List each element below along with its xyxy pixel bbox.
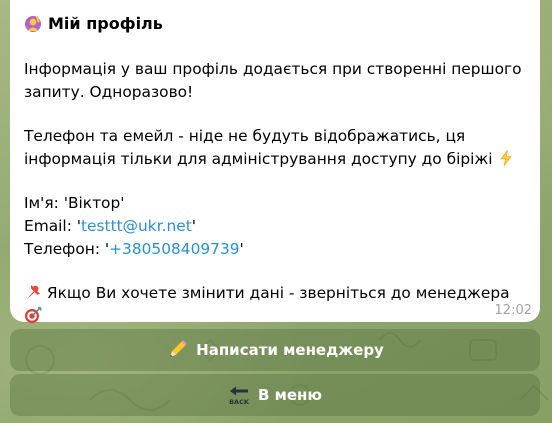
write-manager-label: Написати менеджеру — [196, 341, 384, 359]
phone-quote-close: ' — [239, 240, 244, 258]
contact-note: Якщо Ви хочете змінити дані - зверніться… — [24, 282, 524, 328]
message-time: 12:02 — [494, 303, 532, 318]
email-link[interactable]: testtt@ukr.net — [81, 217, 192, 235]
name-value: 'Віктор' — [63, 194, 125, 212]
phone-link[interactable]: +380508409739 — [109, 240, 239, 258]
person-raising-hand-icon — [25, 16, 41, 32]
name-line: Ім'я: 'Віктор' — [24, 192, 524, 215]
privacy-note: Телефон та емейл - ніде не будуть відобр… — [24, 125, 524, 171]
back-to-menu-button[interactable]: BACK В меню — [10, 374, 540, 416]
back-to-menu-label: В меню — [257, 386, 323, 404]
target-icon — [25, 306, 42, 323]
svg-text:BACK: BACK — [229, 398, 250, 406]
intro-text: Інформація у ваш профіль додається при с… — [24, 60, 522, 101]
message-title: Мій профіль — [48, 14, 163, 33]
phone-label: Телефон: — [24, 240, 105, 258]
write-manager-button[interactable]: Написати менеджеру — [10, 329, 540, 371]
pencil-icon — [170, 340, 188, 357]
phone-line: Телефон: '+380508409739' — [24, 238, 524, 261]
email-quote-close: ' — [191, 217, 196, 235]
message-body: Інформація у ваш профіль додається при с… — [24, 58, 524, 328]
back-arrow-icon: BACK — [229, 386, 250, 406]
privacy-note-text: Телефон та емейл - ніде не будуть відобр… — [24, 127, 493, 168]
contact-note-text: Якщо Ви хочете змінити дані - зверніться… — [46, 284, 510, 302]
pushpin-icon — [27, 285, 40, 299]
message-bubble: Мій профіль Інформація у ваш профіль дод… — [10, 0, 540, 323]
message-title-row: Мій профіль — [24, 14, 163, 34]
email-label: Email: — [24, 217, 77, 235]
email-line: Email: 'testtt@ukr.net' — [24, 215, 524, 238]
name-label: Ім'я: — [24, 194, 64, 212]
lightning-icon — [500, 149, 513, 167]
